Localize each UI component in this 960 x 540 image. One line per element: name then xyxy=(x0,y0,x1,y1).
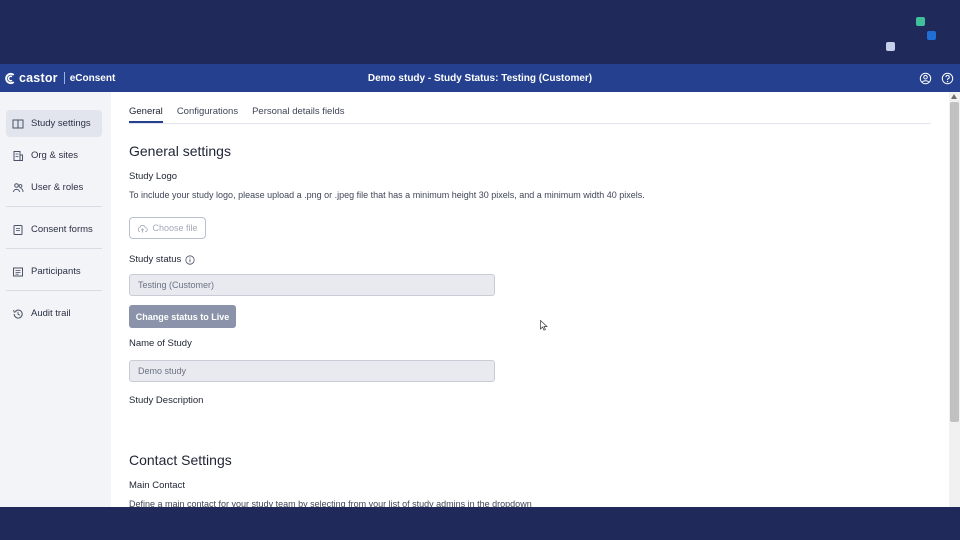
id-card-icon xyxy=(13,267,23,276)
building-icon xyxy=(13,150,23,161)
sidebar-item-org-sites[interactable]: Org & sites xyxy=(6,142,102,169)
sidebar-item-label: Org & sites xyxy=(31,150,78,161)
brand-product: eConsent xyxy=(69,72,116,84)
sidebar-item-study-settings[interactable]: Study settings xyxy=(6,110,102,137)
sidebar-divider xyxy=(6,290,102,291)
users-icon xyxy=(13,182,24,192)
tab-configurations[interactable]: Configurations xyxy=(177,104,238,123)
sidebar-item-label: Audit trail xyxy=(31,308,71,319)
document-icon xyxy=(13,224,23,235)
info-icon[interactable] xyxy=(185,254,195,265)
sidebar-item-audit-trail[interactable]: Audit trail xyxy=(6,300,102,327)
book-icon xyxy=(12,119,24,128)
tab-personal-details-fields[interactable]: Personal details fields xyxy=(252,104,344,123)
main-contact-label: Main Contact xyxy=(129,480,185,491)
general-settings-heading: General settings xyxy=(129,143,231,159)
mouse-cursor-icon xyxy=(540,320,548,331)
sidebar-item-label: User & roles xyxy=(31,182,84,193)
name-of-study-field[interactable]: Demo study xyxy=(129,360,495,382)
sidebar-item-label: Study settings xyxy=(31,118,91,129)
decor-square-blue xyxy=(927,31,936,40)
brand[interactable]: castor eConsent xyxy=(0,64,115,92)
study-logo-help-text: To include your study logo, please uploa… xyxy=(129,190,645,200)
tab-general[interactable]: General xyxy=(129,104,163,123)
sidebar-item-label: Participants xyxy=(31,266,81,277)
decor-square-light xyxy=(886,42,895,51)
brand-name: castor xyxy=(19,71,58,85)
app-header: castor eConsent Demo study - Study Statu… xyxy=(0,64,960,92)
sidebar-divider xyxy=(6,248,102,249)
name-of-study-value: Demo study xyxy=(138,366,187,376)
study-status-title: Demo study - Study Status: Testing (Cust… xyxy=(367,72,593,84)
scroll-thumb[interactable] xyxy=(950,102,959,422)
castor-logo-icon xyxy=(5,72,15,84)
history-icon xyxy=(13,309,23,319)
study-status-field[interactable]: Testing (Customer) xyxy=(129,274,495,296)
sidebar: Study settings Org & sites User & roles … xyxy=(0,92,111,507)
contact-settings-heading: Contact Settings xyxy=(129,452,232,468)
brand-divider xyxy=(63,72,65,84)
settings-tabs: General Configurations Personal details … xyxy=(129,104,931,124)
top-band xyxy=(0,0,960,64)
bottom-band xyxy=(0,507,960,540)
cloud-upload-icon xyxy=(138,224,149,233)
user-circle-icon[interactable] xyxy=(919,72,932,85)
vertical-scrollbar[interactable] xyxy=(949,92,960,507)
sidebar-item-user-roles[interactable]: User & roles xyxy=(6,174,102,201)
choose-file-button[interactable]: Choose file xyxy=(129,217,206,239)
study-logo-label: Study Logo xyxy=(129,171,178,182)
sidebar-divider xyxy=(6,206,102,207)
help-icon[interactable] xyxy=(941,72,954,85)
scroll-up-arrow-icon[interactable] xyxy=(951,94,957,99)
study-description-label: Study Description xyxy=(129,395,204,406)
name-of-study-label: Name of Study xyxy=(129,338,192,349)
study-status-label-text: Study status xyxy=(129,254,182,265)
study-status-label: Study status xyxy=(129,254,195,265)
sidebar-item-participants[interactable]: Participants xyxy=(6,258,102,285)
change-status-to-live-button[interactable]: Change status to Live xyxy=(129,305,236,328)
sidebar-item-consent-forms[interactable]: Consent forms xyxy=(6,216,102,243)
study-status-value: Testing (Customer) xyxy=(138,280,215,290)
main-content: General Configurations Personal details … xyxy=(111,92,949,507)
main-contact-help-text: Define a main contact for your study tea… xyxy=(129,499,532,507)
choose-file-label: Choose file xyxy=(152,223,198,233)
decor-square-green xyxy=(916,17,925,26)
sidebar-item-label: Consent forms xyxy=(31,224,93,235)
